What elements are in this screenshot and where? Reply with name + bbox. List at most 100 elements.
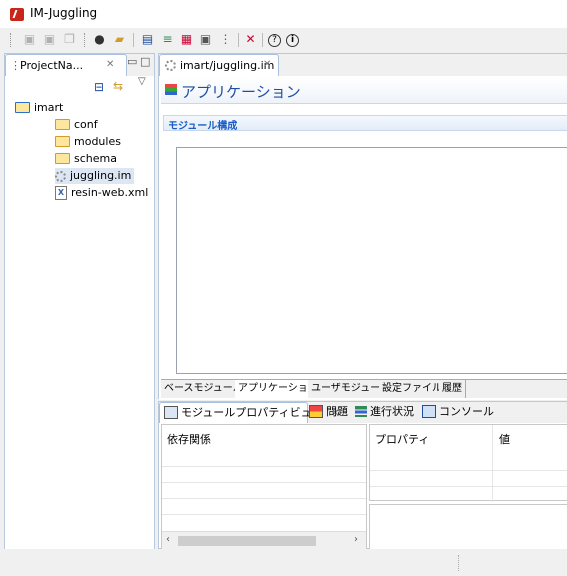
row-divider <box>162 498 366 499</box>
editor-bottom-tabs: ベースモジュール アプリケーション ユーザモジュール 設定ファイル 履歴 <box>161 379 567 398</box>
maximize-icon[interactable]: □ <box>140 55 150 68</box>
help-icon[interactable]: ? <box>268 34 281 47</box>
tab-console[interactable]: コンソール <box>422 402 494 422</box>
xml-file-icon: X <box>55 186 67 200</box>
bottom-views-tabstrip: モジュールプロパティビュー ✕ 問題 進行状況 コンソール <box>159 402 567 423</box>
window-title: IM-Juggling <box>30 6 98 20</box>
tree-item-label: imart <box>34 101 64 114</box>
tree-item-modules[interactable]: modules <box>55 134 121 150</box>
row-divider <box>162 466 366 467</box>
status-divider <box>458 555 460 571</box>
tree-item-label: modules <box>74 135 121 148</box>
project-tree: ⊟ ⇆ ▽ imart conf modules schema juggling… <box>5 76 154 550</box>
scroll-right-icon[interactable]: › <box>354 534 358 545</box>
tab-history[interactable]: 履歴 <box>439 380 466 398</box>
gear-icon <box>55 170 66 182</box>
module-composition-area[interactable] <box>176 147 567 374</box>
row-divider <box>162 514 366 515</box>
link-editor-icon[interactable]: ⇆ <box>113 79 123 93</box>
tree-icon[interactable]: ⋮ <box>218 32 233 47</box>
project-folder-icon <box>15 101 30 113</box>
add-module-icon[interactable]: ≡ <box>160 32 175 47</box>
tab-progress[interactable]: 進行状況 <box>355 402 414 422</box>
tab-project-label: ProjectNa... <box>20 59 84 72</box>
save-all-icon[interactable]: ❐ <box>62 32 77 47</box>
dependency-table: 依存関係 ‹ › <box>161 424 367 550</box>
toolbar-separator <box>133 33 134 47</box>
row-divider <box>370 486 567 487</box>
gear-icon <box>165 60 176 71</box>
tab-module-property-view[interactable]: モジュールプロパティビュー ✕ <box>159 402 339 423</box>
picture-icon[interactable]: ▣ <box>198 32 213 47</box>
tree-item-resin-web-xml[interactable]: Xresin-web.xml <box>55 185 148 201</box>
tree-item-label: schema <box>74 152 117 165</box>
progress-icon <box>355 405 367 417</box>
tree-item-label: resin-web.xml <box>71 186 149 199</box>
toolbar-separator <box>262 33 263 47</box>
column-header-value: 値 <box>499 433 510 446</box>
tree-item-label: juggling.im <box>70 169 132 182</box>
info-icon[interactable]: i <box>286 34 299 47</box>
section-header: モジュール構成 <box>163 115 567 132</box>
application-icon <box>165 84 177 95</box>
image-icon[interactable]: ▦ <box>179 32 194 47</box>
properties-icon <box>164 405 178 419</box>
module-icon[interactable]: ▤ <box>140 32 155 47</box>
folder-icon <box>55 152 70 164</box>
tab-label: 進行状況 <box>370 405 414 418</box>
run-icon[interactable]: ● <box>92 32 107 47</box>
status-bar <box>0 549 567 576</box>
toolbar-grip <box>84 33 87 47</box>
editor-body: アプリケーション モジュール構成 ベースモジュール アプリケーション ユーザモジ… <box>159 76 567 400</box>
editor-tab-label: imart/juggling.im <box>180 59 275 72</box>
close-icon[interactable]: ✕ <box>106 59 114 70</box>
row-divider <box>162 482 366 483</box>
tab-base-module[interactable]: ベースモジュール <box>161 380 247 398</box>
tab-problems[interactable]: 問題 <box>309 402 348 422</box>
tab-juggling-im[interactable]: imart/juggling.im ✕ <box>159 54 279 77</box>
save-as-icon[interactable]: ▣ <box>42 32 57 47</box>
problems-icon <box>309 404 323 418</box>
save-icon[interactable]: ▣ <box>22 32 37 47</box>
help-glyph: ? <box>272 35 277 45</box>
minimize-icon[interactable]: ▭ <box>127 55 137 68</box>
editor-pane: imart/juggling.im ✕ アプリケーション モジュール構成 ベース… <box>158 53 567 400</box>
tab-config-file[interactable]: 設定ファイル <box>379 380 446 398</box>
scrollbar-thumb[interactable] <box>178 536 316 546</box>
tab-label: コンソール <box>439 405 494 418</box>
collapse-all-icon[interactable]: ⊟ <box>94 80 104 94</box>
tree-item-imart[interactable]: imart <box>15 100 63 116</box>
folder-icon <box>55 118 70 130</box>
app-icon <box>10 8 24 21</box>
property-table: プロパティ 値 <box>369 424 567 502</box>
tree-item-conf[interactable]: conf <box>55 117 98 133</box>
open-folder-icon[interactable]: ▰ <box>112 32 127 47</box>
page-title: アプリケーション <box>181 83 301 101</box>
column-header-property: プロパティ <box>375 433 430 446</box>
row-divider <box>370 470 567 471</box>
horizontal-scrollbar[interactable]: ‹ › <box>162 531 366 549</box>
toolbar-separator <box>238 33 239 47</box>
project-view: ⋮ ProjectNa... ✕ ▭ □ ⊟ ⇆ ▽ imart conf mo… <box>4 53 155 550</box>
section-title: モジュール構成 <box>168 121 238 132</box>
toolbar: ▣ ▣ ❐ ● ▰ ▤ ≡ ▦ ▣ ⋮ ✕ ? i <box>0 28 567 53</box>
tree-item-juggling-im[interactable]: juggling.im <box>55 168 135 184</box>
close-icon[interactable]: ✕ <box>263 59 271 70</box>
column-divider <box>492 425 493 502</box>
bottom-views-pane: モジュールプロパティビュー ✕ 問題 進行状況 コンソール 依存関係 ‹ › プ… <box>158 401 567 550</box>
tab-label: モジュールプロパティビュー <box>181 406 323 419</box>
toolbar-grip <box>10 33 13 47</box>
editor-header: アプリケーション <box>161 78 567 104</box>
column-header-dependency: 依存関係 <box>167 433 211 446</box>
tab-project-navigator[interactable]: ⋮ ProjectNa... ✕ <box>5 54 127 77</box>
info-glyph: i <box>290 35 295 45</box>
project-view-tabstrip: ⋮ ProjectNa... ✕ ▭ □ <box>5 54 154 77</box>
property-description-area[interactable] <box>369 504 567 550</box>
console-icon <box>422 404 436 418</box>
tree-item-schema[interactable]: schema <box>55 151 117 167</box>
title-bar: IM-Juggling <box>0 0 567 28</box>
tools-icon[interactable]: ✕ <box>243 32 258 47</box>
scroll-left-icon[interactable]: ‹ <box>166 534 170 545</box>
view-menu-icon[interactable]: ▽ <box>138 76 146 87</box>
editor-tabstrip: imart/juggling.im ✕ <box>159 54 567 77</box>
